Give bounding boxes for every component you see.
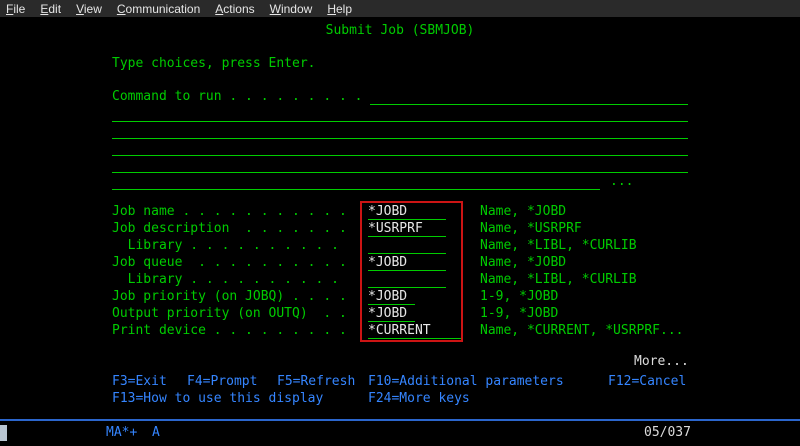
param-label: Job priority (on JOBQ) . . . . — [112, 289, 368, 306]
menu-actions[interactable]: Actions — [215, 2, 254, 16]
menu-bar: File Edit View Communication Actions Window He… — [0, 0, 800, 17]
menu-edit[interactable]: Edit — [40, 2, 61, 16]
param-field-area: *JOBD — [368, 255, 480, 272]
param-row: Job priority (on JOBQ) . . . .*JOBD 1-9, … — [112, 289, 558, 306]
param-row: Job description . . . . . . .*USRPRF Name… — [112, 221, 582, 238]
command-more-ellipsis: ... — [610, 174, 633, 189]
param-label: Job description . . . . . . . — [112, 221, 368, 238]
terminal-emulator-window: File Edit View Communication Actions Window He… — [0, 0, 800, 444]
param-field-area: *JOBD — [368, 204, 480, 221]
param-input-library[interactable] — [368, 238, 446, 254]
fkey-f5[interactable]: F5=Refresh — [277, 374, 355, 389]
fkey-f4[interactable]: F4=Prompt — [187, 374, 257, 389]
function-keys-row-2: F13=How to use this display F24=More keys — [112, 391, 800, 408]
menu-communication[interactable]: Communication — [117, 2, 200, 16]
param-field-area: *JOBD — [368, 306, 480, 323]
fkey-f24[interactable]: F24=More keys — [368, 391, 470, 406]
menu-view[interactable]: View — [76, 2, 102, 16]
param-label: Output priority (on OUTQ) . . — [112, 306, 368, 323]
param-field-area: *CURRENT — [368, 323, 480, 340]
param-row: Print device . . . . . . . . .*CURRENT Na… — [112, 323, 684, 340]
corner-mark — [0, 425, 7, 441]
param-description: Name, *USRPRF — [480, 221, 582, 238]
param-row: Job queue . . . . . . . . . .*JOBD Name, … — [112, 255, 566, 272]
fkey-f10[interactable]: F10=Additional parameters — [368, 374, 564, 389]
fkey-f12[interactable]: F12=Cancel — [608, 374, 686, 389]
param-row: Output priority (on OUTQ) . .*JOBD 1-9, *… — [112, 306, 558, 323]
param-field-area: *JOBD — [368, 289, 480, 306]
param-label: Print device . . . . . . . . . — [112, 323, 368, 340]
instruction-text: Type choices, press Enter. — [112, 56, 316, 71]
param-input-job-name[interactable]: *JOBD — [368, 204, 446, 220]
command-input-continuation[interactable] — [112, 157, 688, 173]
function-keys-row-1: F3=Exit F4=Prompt F5=Refresh F10=Additional… — [112, 374, 800, 391]
fkey-f3[interactable]: F3=Exit — [112, 374, 167, 389]
menu-help[interactable]: Help — [327, 2, 352, 16]
session-id: A — [152, 425, 160, 440]
param-row: Library . . . . . . . . . . Name, *LIBL, … — [112, 272, 637, 289]
status-indicators: MA*+ — [106, 425, 137, 440]
param-description: 1-9, *JOBD — [480, 289, 558, 306]
command-input-continuation[interactable] — [112, 123, 688, 139]
status-bar: MA*+ A 05/037 — [0, 419, 800, 446]
param-label: Library . . . . . . . . . . — [112, 238, 368, 255]
param-description: 1-9, *JOBD — [480, 306, 558, 323]
menu-window[interactable]: Window — [270, 2, 313, 16]
command-row: Command to run . . . . . . . . . — [112, 89, 688, 105]
param-description: Name, *JOBD — [480, 255, 566, 272]
param-description: Name, *LIBL, *CURLIB — [480, 238, 637, 255]
param-description: Name, *LIBL, *CURLIB — [480, 272, 637, 289]
param-label: Library . . . . . . . . . . — [112, 272, 368, 289]
screen-title: Submit Job (SBMJOB) — [0, 23, 800, 38]
terminal-screen: Submit Job (SBMJOB) Type choices, press … — [0, 17, 800, 417]
param-field-area — [368, 272, 480, 289]
param-input-print-device[interactable]: *CURRENT — [368, 323, 462, 339]
cursor-position: 05/037 — [644, 425, 691, 440]
param-input-library[interactable] — [368, 272, 446, 288]
param-input-job-description[interactable]: *USRPRF — [368, 221, 446, 237]
command-input-continuation[interactable] — [112, 140, 688, 156]
param-input-job-queue[interactable]: *JOBD — [368, 255, 446, 271]
param-input-output-priority-on-outq[interactable]: *JOBD — [368, 306, 415, 322]
param-field-area: *USRPRF — [368, 221, 480, 238]
param-field-area — [368, 238, 480, 255]
param-description: Name, *CURRENT, *USRPRF... — [480, 323, 684, 340]
command-label: Command to run . . . . . . . . . — [112, 89, 370, 105]
param-row: Library . . . . . . . . . . Name, *LIBL, … — [112, 238, 637, 255]
param-row: Job name . . . . . . . . . . .*JOBD Name,… — [112, 204, 566, 221]
command-input-continuation[interactable] — [112, 106, 688, 122]
param-input-job-priority-on-jobq[interactable]: *JOBD — [368, 289, 415, 305]
param-description: Name, *JOBD — [480, 204, 566, 221]
more-indicator: More... — [634, 354, 689, 369]
fkey-f13[interactable]: F13=How to use this display — [112, 391, 323, 406]
param-label: Job name . . . . . . . . . . . — [112, 204, 368, 221]
param-label: Job queue . . . . . . . . . . — [112, 255, 368, 272]
menu-file[interactable]: File — [6, 2, 25, 16]
command-input-continuation[interactable] — [112, 174, 600, 190]
command-input[interactable] — [370, 89, 688, 105]
